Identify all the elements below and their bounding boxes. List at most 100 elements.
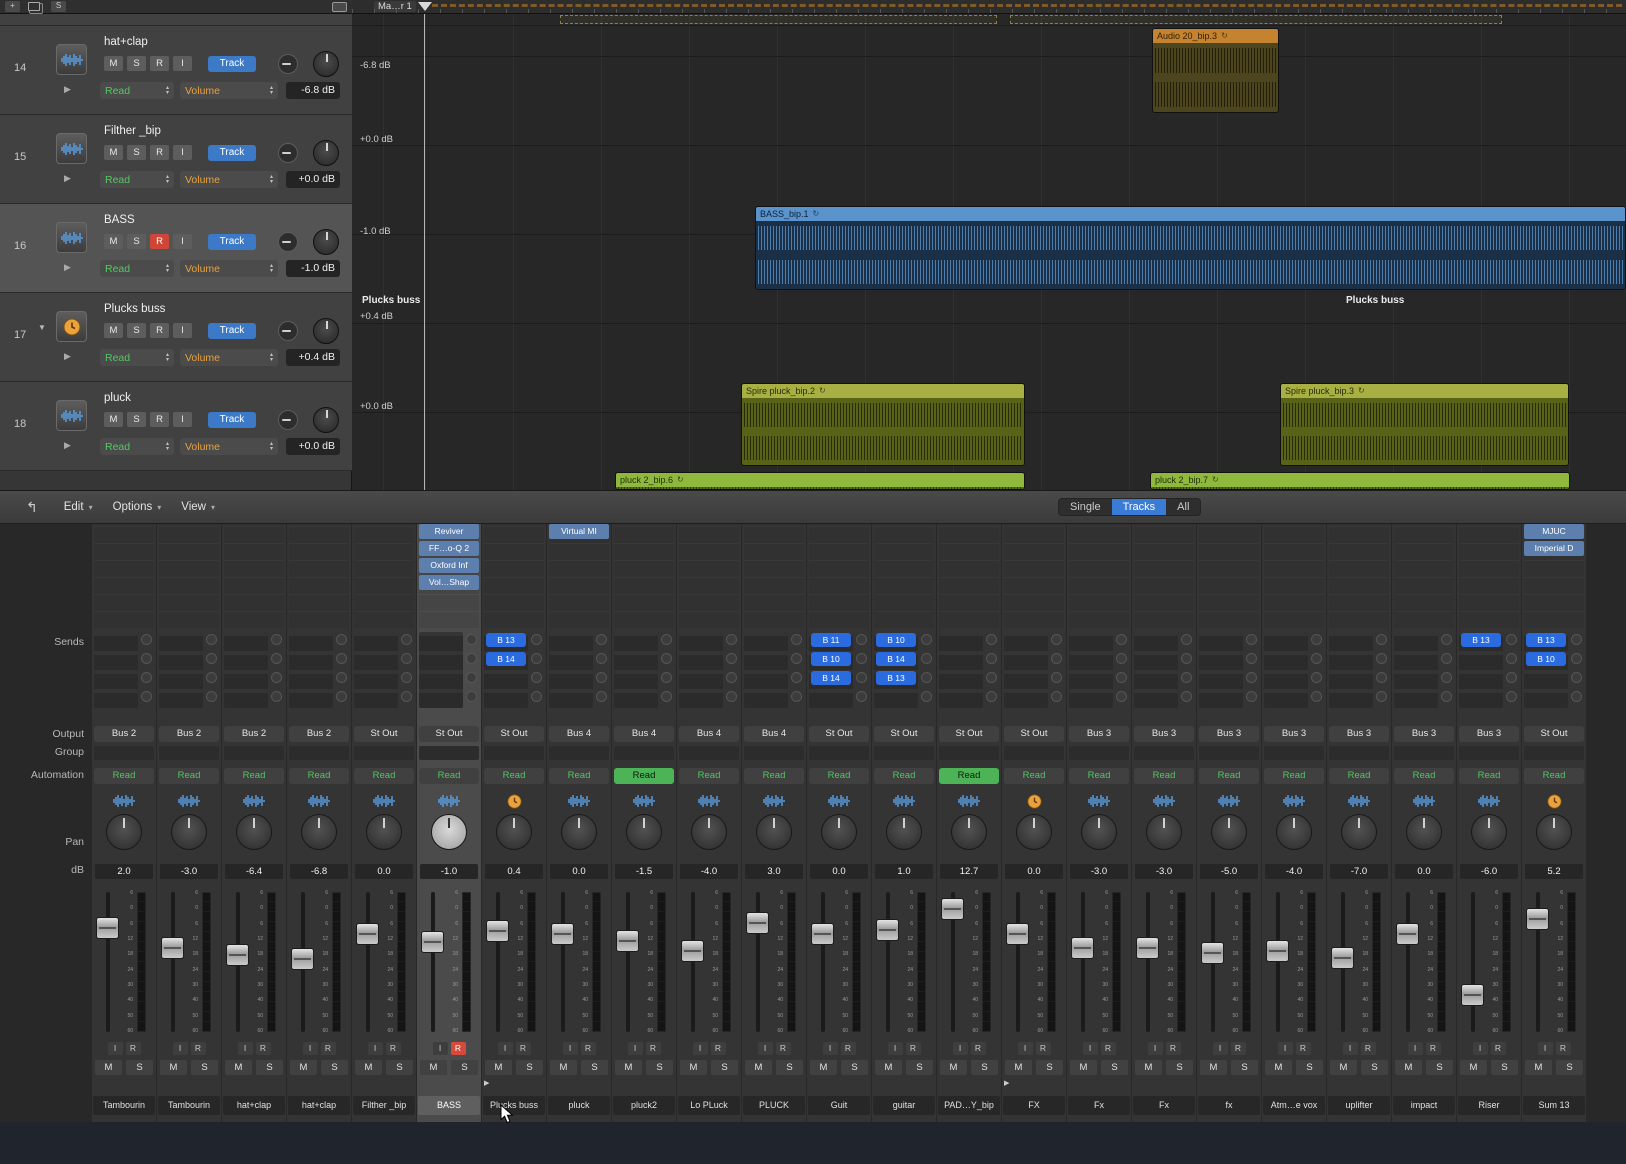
input-monitor-button[interactable]: I (173, 145, 192, 160)
pan-knob[interactable] (431, 814, 467, 850)
fader[interactable]: 60612182430405060 (872, 886, 936, 1038)
automation-mode-button[interactable]: Read (289, 768, 349, 784)
volume-value[interactable]: 0.0 (355, 864, 413, 879)
input-monitor-button[interactable]: I (108, 1042, 123, 1055)
send-slot[interactable]: B 10 (876, 633, 916, 647)
send-slots[interactable] (419, 632, 463, 708)
volume-value[interactable]: 0.0 (810, 864, 868, 879)
input-monitor-button[interactable]: I (1343, 1042, 1358, 1055)
solo-button[interactable]: S (1556, 1060, 1583, 1075)
menu-options[interactable]: Options ▾ (113, 501, 162, 513)
group-slot[interactable] (874, 746, 934, 760)
channel-name[interactable]: Filther _bip (353, 1096, 415, 1115)
channel-name[interactable]: Guit (808, 1096, 870, 1115)
playhead-line[interactable] (424, 14, 425, 490)
group-slot[interactable] (419, 746, 479, 760)
automation-param-select[interactable]: Volume ▴▾ (180, 171, 278, 188)
record-enable-button[interactable]: R (1101, 1042, 1116, 1055)
group-slot[interactable] (1524, 746, 1584, 760)
input-monitor-button[interactable]: I (303, 1042, 318, 1055)
volume-value[interactable]: 0.0 (1005, 864, 1063, 879)
audio-region[interactable]: BASS_bip.1 ↻ (755, 206, 1626, 290)
group-slot[interactable] (1394, 746, 1454, 760)
plugin-slots[interactable] (1199, 524, 1259, 628)
plugin-slots[interactable] (159, 524, 219, 628)
pan-mini-knob[interactable] (278, 143, 298, 163)
fader-cap[interactable] (941, 898, 964, 920)
solo-button[interactable]: S (1036, 1060, 1063, 1075)
input-monitor-button[interactable]: I (1278, 1042, 1293, 1055)
sends-section[interactable] (614, 632, 676, 712)
record-enable-button[interactable]: R (150, 145, 169, 160)
region-header[interactable]: BASS_bip.1 ↻ (756, 207, 1625, 221)
automation-mode-button[interactable]: Read (679, 768, 739, 784)
audio-region[interactable]: Spire pluck_bip.2 ↻ (741, 383, 1025, 466)
output-select[interactable]: Bus 2 (159, 726, 219, 742)
channel-name[interactable]: fx (1198, 1096, 1260, 1115)
output-select[interactable]: St Out (484, 726, 544, 742)
output-select[interactable]: St Out (939, 726, 999, 742)
solo-button[interactable]: S (841, 1060, 868, 1075)
automation-mode-button[interactable]: Read (614, 768, 674, 784)
plugin-slot[interactable]: MJUC (1524, 524, 1584, 539)
automation-mode-button[interactable]: Read (1394, 768, 1454, 784)
fader-cap[interactable] (291, 948, 314, 970)
fader-cap[interactable] (486, 920, 509, 942)
volume-knob[interactable] (313, 318, 339, 344)
channel-strip[interactable]: Bus 2 Read -3.0 60612182430405060 I R M … (157, 524, 221, 1122)
channel-name[interactable]: pluck2 (613, 1096, 675, 1115)
audio-region[interactable]: Spire pluck_bip.3 ↻ (1280, 383, 1569, 466)
sends-section[interactable] (354, 632, 416, 712)
channel-name[interactable]: Lo PLuck (678, 1096, 740, 1115)
record-enable-button[interactable]: R (1361, 1042, 1376, 1055)
mute-button[interactable]: M (1330, 1060, 1357, 1075)
channel-strip[interactable]: B 13 Bus 3 Read -6.0 60612182430405060 I… (1457, 524, 1521, 1122)
record-enable-button[interactable]: R (1426, 1042, 1441, 1055)
pan-knob[interactable] (886, 814, 922, 850)
channel-name[interactable]: impact (1393, 1096, 1455, 1115)
solo-button[interactable]: S (127, 412, 146, 427)
channel-name[interactable]: BASS (418, 1096, 480, 1115)
mute-button[interactable]: M (485, 1060, 512, 1075)
sends-section[interactable] (94, 632, 156, 712)
plugin-slots[interactable] (744, 524, 804, 628)
record-enable-button[interactable]: R (126, 1042, 141, 1055)
pan-knob[interactable] (756, 814, 792, 850)
input-monitor-button[interactable]: I (498, 1042, 513, 1055)
plugin-slot[interactable]: Oxford Inf (419, 558, 479, 573)
output-select[interactable]: Bus 3 (1264, 726, 1324, 742)
region-header[interactable]: Spire pluck_bip.3 ↻ (1281, 384, 1568, 398)
input-monitor-button[interactable]: I (1083, 1042, 1098, 1055)
pan-mini-knob[interactable] (278, 54, 298, 74)
track-on-button[interactable]: Track (208, 323, 256, 339)
send-slots[interactable] (1199, 632, 1243, 708)
solo-button[interactable]: S (191, 1060, 218, 1075)
mute-button[interactable]: M (420, 1060, 447, 1075)
volume-value[interactable]: -3.0 (1070, 864, 1128, 879)
sends-section[interactable] (744, 632, 806, 712)
track-name[interactable]: hat+clap (104, 36, 148, 48)
pan-knob[interactable] (106, 814, 142, 850)
region-header[interactable]: pluck 2_bip.7 ↻ (1151, 473, 1569, 487)
plugin-slots[interactable] (94, 524, 154, 628)
automation-mode-button[interactable]: Read (939, 768, 999, 784)
fader[interactable]: 60612182430405060 (807, 886, 871, 1038)
automation-mode-button[interactable]: Read (1134, 768, 1194, 784)
mute-button[interactable]: M (355, 1060, 382, 1075)
fader[interactable]: 60612182430405060 (1327, 886, 1391, 1038)
mute-button[interactable]: M (1265, 1060, 1292, 1075)
plugin-slots[interactable] (1329, 524, 1389, 628)
view-tracks-button[interactable]: Tracks (1112, 499, 1167, 515)
pan-knob[interactable] (171, 814, 207, 850)
automation-mode-button[interactable]: Read (484, 768, 544, 784)
track-icon[interactable] (56, 400, 87, 431)
view-all-button[interactable]: All (1166, 499, 1200, 515)
solo-button[interactable]: S (1491, 1060, 1518, 1075)
plugin-slots[interactable] (874, 524, 934, 628)
plugin-slot[interactable]: Virtual MI (549, 524, 609, 539)
input-monitor-button[interactable]: I (1408, 1042, 1423, 1055)
automation-param-select[interactable]: Volume ▴▾ (180, 349, 278, 366)
send-slot[interactable]: B 13 (486, 633, 526, 647)
automation-disclosure-icon[interactable]: ▶ (64, 440, 71, 451)
fader-cap[interactable] (356, 923, 379, 945)
